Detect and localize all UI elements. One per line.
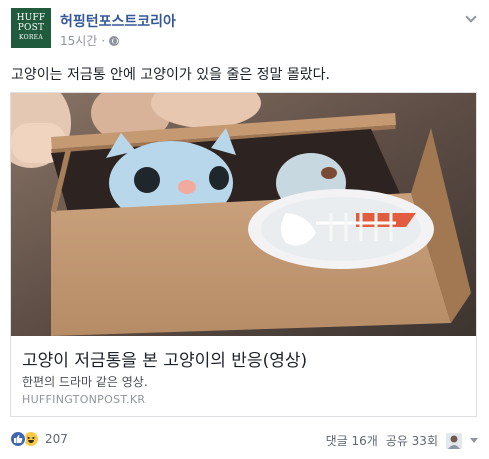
meta-separator: ·	[101, 33, 106, 48]
page-logo[interactable]: HUFF POST KOREA	[11, 8, 51, 48]
post-timestamp[interactable]: 15시간	[60, 32, 97, 49]
link-preview-body[interactable]: 고양이 저금통을 본 고양이의 반응(영상) 한편의 드라마 같은 영상. HU…	[11, 336, 476, 416]
logo-line-2: POST	[17, 23, 45, 33]
logo-line-1: HUFF	[16, 13, 46, 23]
chevron-down-icon[interactable]	[465, 12, 477, 24]
post-meta: 15시간 ·	[60, 32, 120, 49]
viewer-avatar[interactable]	[446, 432, 462, 449]
comment-count[interactable]: 댓글 16개	[326, 432, 378, 449]
logo-line-3: KOREA	[19, 34, 43, 41]
link-title[interactable]: 고양이 저금통을 본 고양이의 반응(영상)	[22, 346, 307, 371]
post-text: 고양이는 저금통 안에 고양이가 있을 줄은 정말 몰랐다.	[11, 67, 330, 83]
post-header: HUFF POST KOREA 허핑턴포스트코리아 15시간 ·	[11, 8, 479, 50]
link-description: 한편의 드라마 같은 영상.	[22, 375, 148, 389]
page-name-link[interactable]: 허핑턴포스트코리아	[60, 11, 176, 31]
engagement-meta: 댓글 16개 공유 33회	[326, 432, 478, 449]
link-preview-image[interactable]	[11, 93, 476, 336]
post-footer: 207 댓글 16개 공유 33회	[10, 429, 480, 453]
reaction-count[interactable]: 207	[45, 432, 68, 446]
share-count[interactable]: 공유 33회	[386, 432, 438, 449]
caret-down-icon[interactable]	[470, 438, 478, 443]
reactions-summary[interactable]: 207	[10, 431, 68, 447]
globe-icon	[109, 35, 120, 46]
link-preview-card[interactable]: 고양이 저금통을 본 고양이의 반응(영상) 한편의 드라마 같은 영상. HU…	[10, 92, 477, 417]
like-reaction-icon	[10, 431, 26, 447]
cat-coin-bank-photo	[11, 93, 476, 336]
link-domain: HUFFINGTONPOST.KR	[22, 393, 146, 406]
